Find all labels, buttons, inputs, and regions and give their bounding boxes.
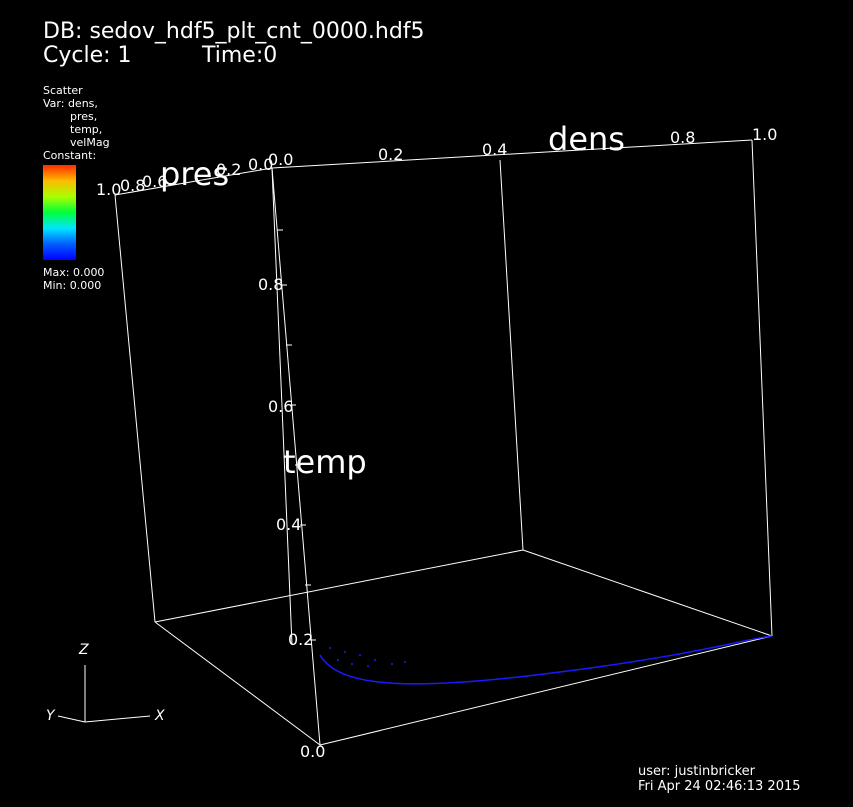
pres-tick-4: 0.0	[248, 155, 274, 174]
scatter-curve	[319, 635, 773, 685]
temp-tick-0: 0.0	[300, 742, 326, 761]
temp-tick-1: 0.2	[288, 630, 314, 649]
axis-title-temp: temp	[283, 443, 367, 481]
temp-tick-3: 0.6	[268, 397, 294, 416]
dens-tick-1: 0.2	[378, 145, 404, 164]
plot-frame	[57, 139, 773, 746]
triad-y-label: Y	[46, 708, 55, 724]
pres-tick-2: 0.6	[142, 172, 168, 191]
axis-title-dens: dens	[548, 120, 625, 158]
dens-tick-4: 1.0	[752, 125, 778, 144]
footer-user: user: justinbricker	[638, 764, 755, 779]
footer-date: Fri Apr 24 02:46:13 2015	[638, 779, 801, 794]
temp-tick-2: 0.4	[276, 515, 302, 534]
triad-z-label: Z	[79, 642, 89, 658]
dens-tick-2: 0.4	[482, 140, 508, 159]
pres-tick-3: 0.2	[216, 160, 242, 179]
dens-tick-3: 0.8	[670, 128, 696, 147]
pres-tick-0: 1.0	[96, 180, 122, 199]
triad-x-label: X	[155, 708, 165, 724]
temp-tick-4: 0.8	[258, 275, 284, 294]
